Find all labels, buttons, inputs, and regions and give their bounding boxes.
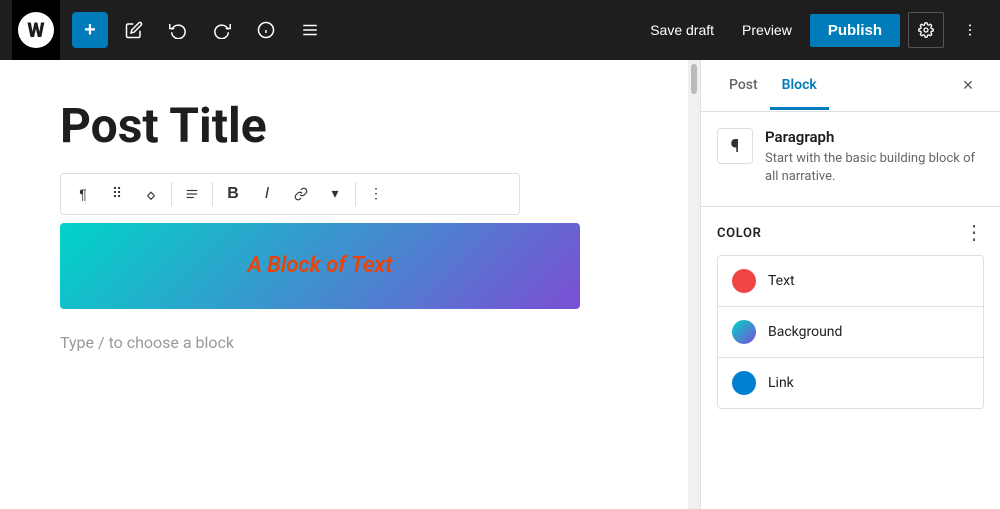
add-block-button[interactable]: + <box>72 12 108 48</box>
color-section-title: Color <box>717 226 762 241</box>
block-more-button[interactable]: ⋮ <box>360 178 392 210</box>
align-button[interactable] <box>176 178 208 210</box>
tab-post[interactable]: Post <box>717 63 770 110</box>
main-layout: Post Title ¶ ⠿ B I ▾ ⋮ A Block of Text <box>0 60 1000 509</box>
background-color-label: Background <box>768 324 842 340</box>
sidebar: Post Block × ¶ Paragraph Start with the … <box>700 60 1000 509</box>
sidebar-content: ¶ Paragraph Start with the basic buildin… <box>701 112 1000 509</box>
editor-area[interactable]: Post Title ¶ ⠿ B I ▾ ⋮ A Block of Text <box>0 60 688 509</box>
block-info: ¶ Paragraph Start with the basic buildin… <box>717 128 984 186</box>
colored-block[interactable]: A Block of Text <box>60 223 580 309</box>
sidebar-close-button[interactable]: × <box>952 70 984 102</box>
paragraph-icon: ¶ <box>731 136 740 157</box>
text-color-label: Text <box>768 273 795 289</box>
wp-logo: W <box>12 0 60 60</box>
tab-block[interactable]: Block <box>770 63 829 110</box>
color-section-more-button[interactable]: ⋮ <box>964 223 984 243</box>
bold-button[interactable]: B <box>217 178 249 210</box>
block-description: Start with the basic building block of a… <box>765 150 984 186</box>
settings-button[interactable] <box>908 12 944 48</box>
color-option-text[interactable]: Text <box>718 256 983 307</box>
scroll-thumb[interactable] <box>691 64 697 94</box>
preview-button[interactable]: Preview <box>732 16 802 44</box>
toolbar-right: Save draft Preview Publish <box>640 12 988 48</box>
redo-button[interactable] <box>204 12 240 48</box>
move-arrows-button[interactable] <box>135 178 167 210</box>
link-button[interactable] <box>285 178 317 210</box>
block-name: Paragraph <box>765 128 984 146</box>
post-title[interactable]: Post Title <box>60 100 628 153</box>
italic-button[interactable]: I <box>251 178 283 210</box>
wp-logo-icon: W <box>27 20 44 40</box>
publish-button[interactable]: Publish <box>810 14 900 47</box>
color-option-background[interactable]: Background <box>718 307 983 358</box>
section-divider <box>701 206 1000 207</box>
save-draft-button[interactable]: Save draft <box>640 16 724 44</box>
text-color-circle <box>732 269 756 293</box>
more-options-button[interactable] <box>952 12 988 48</box>
toolbar-divider-3 <box>355 182 356 206</box>
scroll-track[interactable] <box>688 60 700 509</box>
drag-handle-button[interactable]: ⠿ <box>101 178 133 210</box>
block-placeholder[interactable]: Type / to choose a block <box>60 333 628 352</box>
info-button[interactable] <box>248 12 284 48</box>
toolbar-divider-2 <box>212 182 213 206</box>
block-info-text: Paragraph Start with the basic building … <box>765 128 984 186</box>
background-color-circle <box>732 320 756 344</box>
color-options: Text Background Link <box>717 255 984 409</box>
block-toolbar: ¶ ⠿ B I ▾ ⋮ <box>60 173 520 215</box>
main-toolbar: W + Save draft Preview Publish <box>0 0 1000 60</box>
link-color-label: Link <box>768 375 794 391</box>
list-view-button[interactable] <box>292 12 328 48</box>
color-option-link[interactable]: Link <box>718 358 983 408</box>
undo-button[interactable] <box>160 12 196 48</box>
more-inline-button[interactable]: ▾ <box>319 178 351 210</box>
pen-button[interactable] <box>116 12 152 48</box>
colored-block-text: A Block of Text <box>248 253 393 278</box>
wp-logo-circle: W <box>18 12 54 48</box>
block-type-icon: ¶ <box>717 128 753 164</box>
link-color-circle <box>732 371 756 395</box>
paragraph-type-button[interactable]: ¶ <box>67 178 99 210</box>
sidebar-tabs: Post Block × <box>701 60 1000 112</box>
color-section: Color ⋮ Text Background Link <box>717 223 984 409</box>
toolbar-divider-1 <box>171 182 172 206</box>
color-section-header: Color ⋮ <box>717 223 984 243</box>
